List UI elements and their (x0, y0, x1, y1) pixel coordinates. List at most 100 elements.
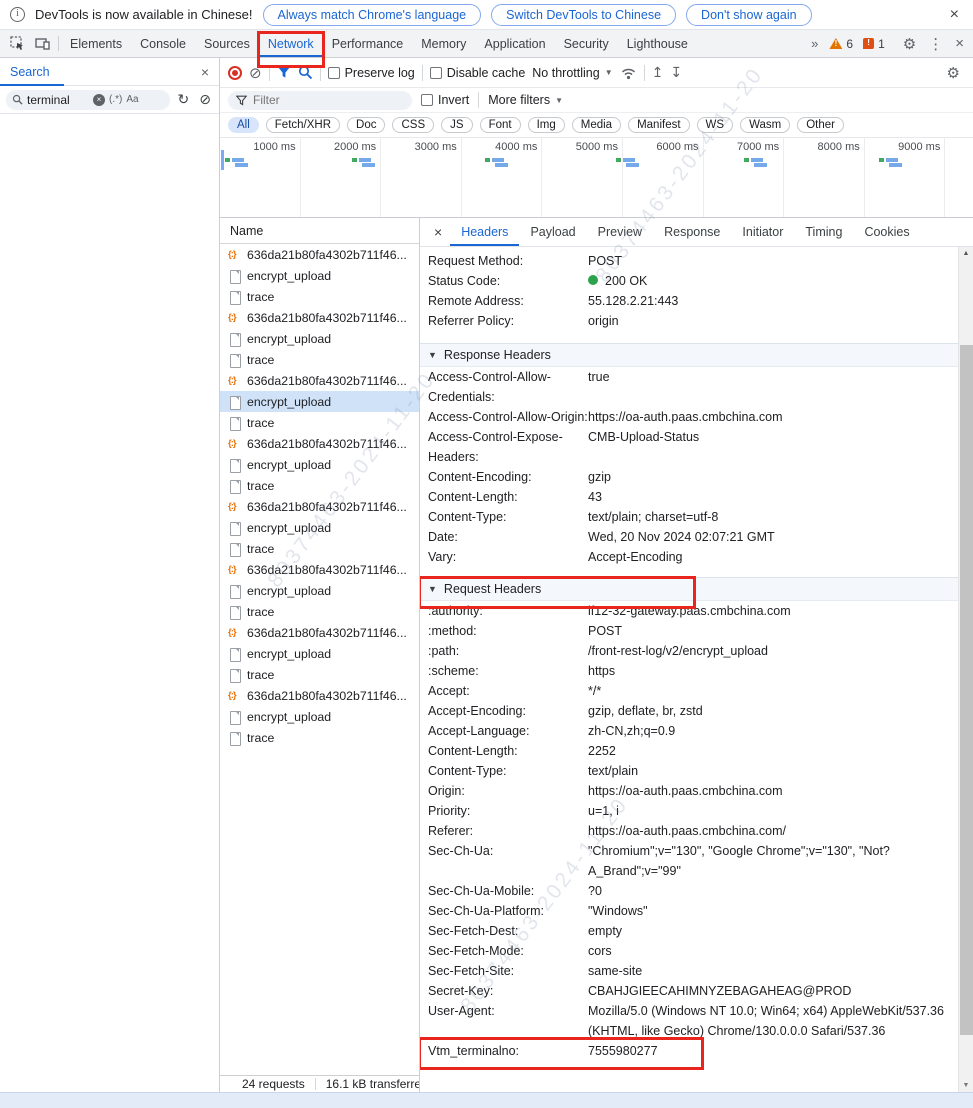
request-row[interactable]: trace (220, 727, 419, 748)
request-row[interactable]: encrypt_upload (220, 706, 419, 727)
network-search-icon[interactable] (298, 65, 313, 80)
request-row[interactable]: 636da21b80fa4302b711f46... (220, 244, 419, 265)
request-row[interactable]: trace (220, 538, 419, 559)
notification-action-button[interactable]: Switch DevTools to Chinese (491, 4, 676, 26)
network-overview-timeline[interactable]: 1000 ms2000 ms3000 ms4000 ms5000 ms6000 … (220, 138, 973, 218)
clear-results-icon[interactable]: ⊘ (197, 91, 213, 108)
request-row[interactable]: encrypt_upload (220, 580, 419, 601)
devtools-tab[interactable]: Sources (195, 30, 259, 57)
header-key: Content-Encoding: (428, 467, 588, 487)
close-icon[interactable]: × (946, 6, 963, 24)
response-headers-section-header[interactable]: ▼ Response Headers (420, 343, 958, 367)
refresh-icon[interactable]: ↻ (176, 91, 192, 108)
regex-toggle-icon[interactable]: (.*) (109, 94, 122, 105)
devtools-tab[interactable]: Lighthouse (618, 30, 697, 57)
more-filters-dropdown[interactable]: More filters ▼ (488, 93, 563, 107)
devtools-tab[interactable]: Security (555, 30, 618, 57)
header-key: Sec-Ch-Ua-Platform: (428, 901, 588, 921)
notification-action-button[interactable]: Don't show again (686, 4, 812, 26)
match-case-toggle-icon[interactable]: Aa (126, 94, 138, 105)
resource-filter-pill[interactable]: All (228, 117, 259, 133)
device-toolbar-icon[interactable] (30, 30, 56, 57)
request-name: 636da21b80fa4302b711f46... (247, 689, 407, 703)
request-row[interactable]: 636da21b80fa4302b711f46... (220, 622, 419, 643)
request-row[interactable]: trace (220, 286, 419, 307)
request-row[interactable]: 636da21b80fa4302b711f46... (220, 433, 419, 454)
resource-filter-pill[interactable]: Media (572, 117, 621, 133)
details-tab[interactable]: Timing (794, 218, 853, 246)
notification-action-button[interactable]: Always match Chrome's language (263, 4, 482, 26)
header-key: Vary: (428, 547, 588, 567)
details-tab[interactable]: Initiator (731, 218, 794, 246)
more-tabs-chevron-icon[interactable]: » (806, 36, 823, 51)
throttling-dropdown[interactable]: No throttling ▼ (532, 66, 612, 80)
clear-network-log-icon[interactable]: ⊘ (249, 64, 262, 82)
request-row[interactable]: trace (220, 412, 419, 433)
close-devtools-icon[interactable]: × (950, 35, 969, 52)
request-row[interactable]: encrypt_upload (220, 265, 419, 286)
request-row[interactable]: encrypt_upload (220, 517, 419, 538)
request-row[interactable]: 636da21b80fa4302b711f46... (220, 307, 419, 328)
request-row[interactable]: encrypt_upload (220, 328, 419, 349)
request-row[interactable]: encrypt_upload (220, 391, 419, 412)
record-icon[interactable] (228, 66, 242, 80)
invert-checkbox[interactable]: Invert (421, 93, 469, 107)
resource-filter-pill[interactable]: JS (441, 117, 472, 133)
network-conditions-icon[interactable] (620, 66, 637, 80)
request-row[interactable]: 636da21b80fa4302b711f46... (220, 496, 419, 517)
resource-filter-pill[interactable]: CSS (392, 117, 434, 133)
scroll-up-icon[interactable]: ▲ (959, 250, 973, 257)
scroll-down-icon[interactable]: ▼ (959, 1082, 973, 1089)
devtools-tab[interactable]: Network (259, 30, 323, 57)
export-har-icon[interactable]: ↧ (670, 64, 682, 81)
resource-filter-pill[interactable]: WS (697, 117, 734, 133)
request-list: 636da21b80fa4302b711f46... encrypt_uploa… (220, 244, 419, 1075)
network-settings-gear-icon[interactable]: ⚙ (942, 64, 965, 82)
scrollbar-thumb[interactable] (960, 345, 973, 1035)
close-search-icon[interactable]: × (191, 64, 219, 80)
request-row[interactable]: trace (220, 349, 419, 370)
filter-input[interactable] (253, 93, 408, 107)
details-tab[interactable]: Payload (519, 218, 586, 246)
preserve-log-checkbox[interactable]: Preserve log (328, 66, 415, 80)
details-scrollbar[interactable]: ▲ ▼ (958, 247, 973, 1092)
timeline-request-cluster (485, 158, 511, 170)
resource-filter-pill[interactable]: Wasm (740, 117, 790, 133)
resource-filter-pill[interactable]: Font (480, 117, 521, 133)
request-row[interactable]: 636da21b80fa4302b711f46... (220, 370, 419, 391)
close-details-icon[interactable]: × (426, 224, 450, 240)
resource-filter-pill[interactable]: Img (528, 117, 565, 133)
resource-filter-pill[interactable]: Doc (347, 117, 385, 133)
devtools-tab[interactable]: Memory (412, 30, 475, 57)
filter-funnel-icon[interactable] (277, 66, 291, 79)
request-row[interactable]: 636da21b80fa4302b711f46... (220, 685, 419, 706)
devtools-tab[interactable]: Application (475, 30, 554, 57)
settings-gear-icon[interactable]: ⚙ (898, 35, 921, 53)
request-headers-section-header[interactable]: ▼ Request Headers (420, 577, 958, 601)
search-input[interactable] (27, 93, 89, 107)
details-tab[interactable]: Response (653, 218, 731, 246)
inspect-element-icon[interactable] (4, 30, 30, 57)
devtools-tab[interactable]: Elements (61, 30, 131, 57)
warnings-counter[interactable]: 6 (825, 37, 857, 51)
resource-filter-pill[interactable]: Fetch/XHR (266, 117, 340, 133)
request-row[interactable]: trace (220, 475, 419, 496)
disable-cache-checkbox[interactable]: Disable cache (430, 66, 526, 80)
request-row[interactable]: encrypt_upload (220, 454, 419, 475)
details-tab[interactable]: Headers (450, 218, 519, 246)
name-column-header[interactable]: Name (220, 218, 419, 244)
request-row[interactable]: encrypt_upload (220, 643, 419, 664)
devtools-tab[interactable]: Console (131, 30, 195, 57)
issues-counter[interactable]: 1 (859, 37, 889, 51)
resource-filter-pill[interactable]: Other (797, 117, 844, 133)
clear-search-icon[interactable]: × (93, 94, 105, 106)
resource-filter-pill[interactable]: Manifest (628, 117, 689, 133)
devtools-tab[interactable]: Performance (323, 30, 413, 57)
request-row[interactable]: 636da21b80fa4302b711f46... (220, 559, 419, 580)
request-row[interactable]: trace (220, 601, 419, 622)
request-row[interactable]: trace (220, 664, 419, 685)
more-options-icon[interactable]: ⋮ (923, 35, 948, 53)
details-tab[interactable]: Preview (587, 218, 653, 246)
details-tab[interactable]: Cookies (853, 218, 920, 246)
import-har-icon[interactable]: ↥ (652, 64, 664, 81)
